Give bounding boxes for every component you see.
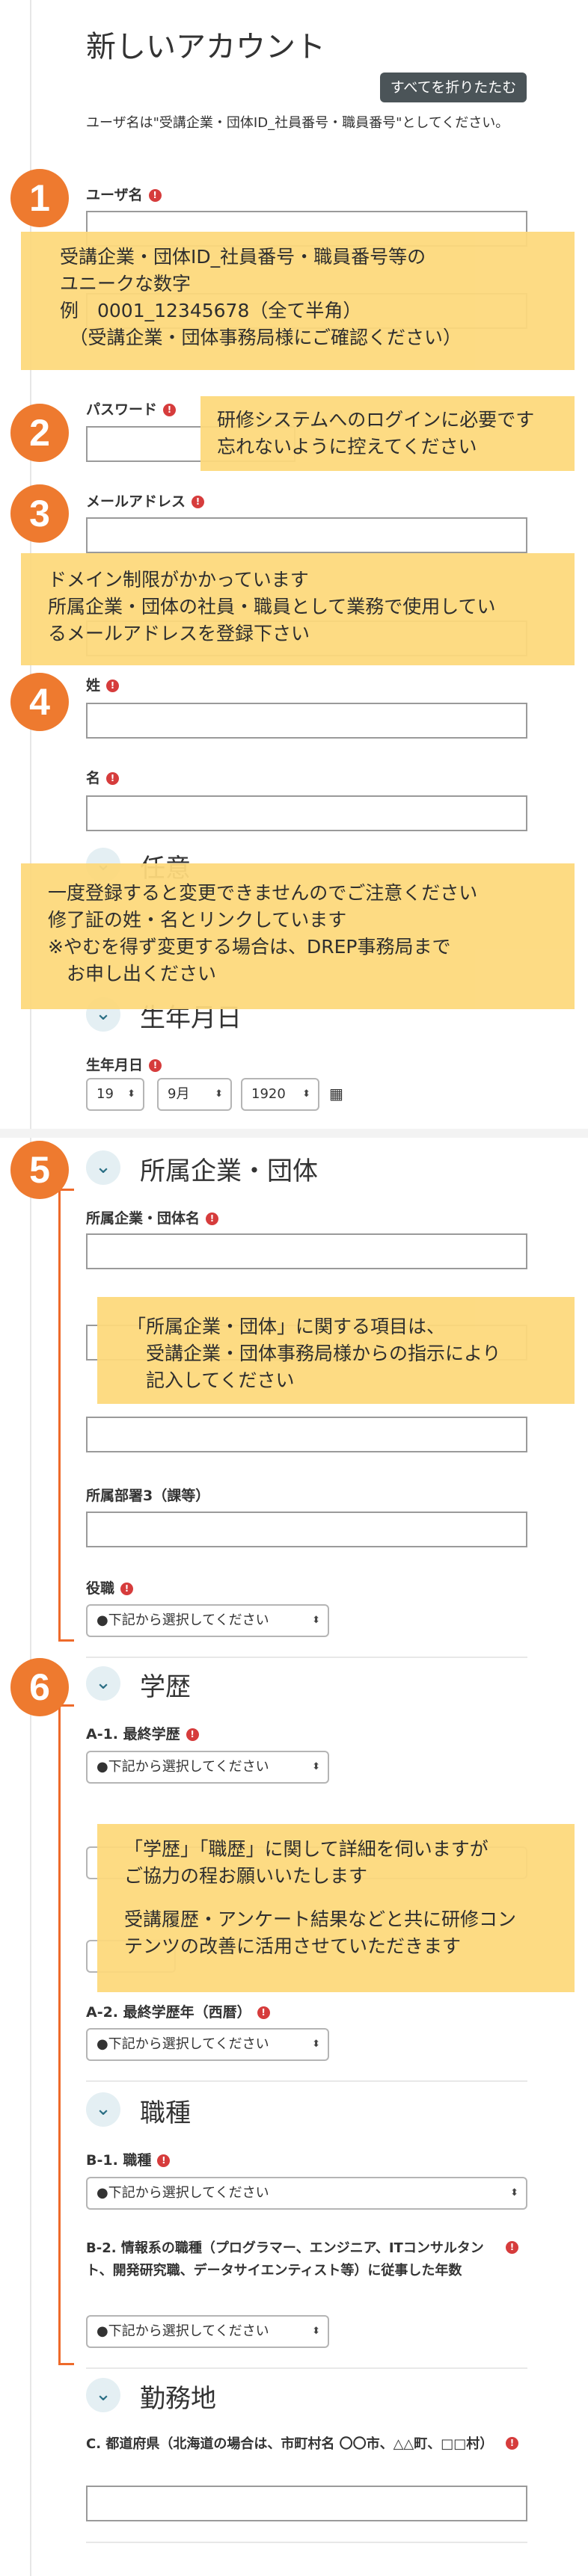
select-caret-icon: ⬍ [302,1088,310,1100]
chevron-down-icon: ⌄ [86,2378,120,2412]
email-input[interactable] [86,517,527,553]
step-badge-5: 5 [10,1141,69,1199]
birth-month-select[interactable]: 9月 ⬍ [157,1078,232,1111]
required-icon: ! [120,1583,134,1595]
divider [86,2367,527,2369]
first-name-input[interactable] [86,795,527,831]
required-icon: ! [106,680,120,692]
birth-year-select[interactable]: 1920 ⬍ [241,1078,319,1111]
birth-day-select[interactable]: 19 ⬍ [86,1078,144,1111]
step-badge-3: 3 [10,484,69,543]
required-icon: ! [186,1728,199,1741]
company-label: 所属企業・団体名! [86,1207,219,1227]
first-name-label: 名! [86,767,120,787]
callout-password: 研修システムへのログインに必要です 忘れないように控えてください [200,396,575,471]
dept3-input[interactable] [86,1512,527,1547]
select-caret-icon: ⬍ [510,2187,518,2198]
required-icon: ! [149,1059,162,1072]
position-label: 役職! [86,1577,134,1597]
edu-final-select[interactable]: ●下記から選択してください ⬍ [86,1751,329,1784]
collapse-all-button[interactable]: すべてを折りたたむ [380,73,527,102]
email-label: メールアドレス! [86,490,205,511]
position-select[interactable]: ●下記から選択してください ⬍ [86,1604,329,1637]
required-icon: ! [106,772,120,785]
password-label: パスワード! [86,398,177,419]
select-caret-icon: ⬍ [312,2326,320,2337]
section-bracket [58,1189,74,1642]
edu-final-label: A-1. 最終学歴! [86,1723,199,1743]
required-icon: ! [157,2154,171,2167]
callout-name: 一度登録すると変更できませんのでご注意ください 修了証の姓・名とリンクしています ※… [21,863,575,1009]
company-input[interactable] [86,1233,527,1269]
chevron-down-icon: ⌄ [86,2092,120,2127]
chevron-down-icon: ⌄ [86,1666,120,1701]
divider [86,2542,527,2543]
job-type-label: B-1. 職種! [86,2149,171,2169]
required-icon: ! [148,189,162,202]
last-name-input[interactable] [86,703,527,739]
calendar-icon[interactable]: ▦ [329,1085,343,1103]
callout-education: 「学歴」「職歴」に関して詳細を伺いますが ご協力の程お願いいたします 受講履歴・アン… [97,1824,575,1992]
dept2-input[interactable] [86,1417,527,1452]
divider [86,1657,527,1658]
job-type-select[interactable]: ●下記から選択してください ⬍ [86,2177,527,2210]
section-gap [0,1129,588,1138]
required-icon: ! [506,2241,518,2254]
username-label: ユーザ名! [86,184,162,204]
section-bracket [58,1704,74,2365]
select-caret-icon: ⬍ [127,1088,135,1100]
dept3-label: 所属部署3（課等） [86,1488,210,1504]
select-caret-icon: ⬍ [312,1615,320,1626]
it-years-select[interactable]: ●下記から選択してください ⬍ [86,2315,329,2348]
step-badge-1: 1 [10,169,69,227]
step-badge-4: 4 [10,673,69,731]
page-title: 新しいアカウント [86,30,325,64]
step-badge-2: 2 [10,404,69,462]
divider [86,2080,527,2082]
required-icon: ! [506,2437,518,2450]
callout-username: 受講企業・団体ID_社員番号・職員番号等の ユニークな数字例 0001_12345… [21,232,575,370]
callout-affiliation: 「所属企業・団体」に関する項目は、 受講企業・団体事務局様からの指示により 記入… [97,1297,575,1404]
required-icon: ! [163,404,177,416]
birthdate-label: 生年月日! [86,1054,162,1074]
step-badge-6: 6 [10,1658,69,1716]
edu-year-label: A-2. 最終学歴年（西暦）! [86,2001,270,2021]
left-rule-bottom [30,1136,31,2576]
required-icon: ! [192,496,205,508]
chevron-down-icon: ⌄ [86,1150,120,1185]
select-caret-icon: ⬍ [215,1088,223,1100]
username-note: ユーザ名は"受講企業・団体ID_社員番号・職員番号"としてください。 [86,115,509,131]
required-icon: ! [257,2006,270,2019]
callout-email: ドメイン制限がかかっています 所属企業・団体の社員・職員として業務で使用してい るメ… [21,553,575,665]
select-caret-icon: ⬍ [312,1761,320,1772]
required-icon: ! [206,1212,219,1225]
select-caret-icon: ⬍ [312,2039,320,2050]
it-years-label: B-2. 情報系の職種（プログラマー、エンジニア、ITコンサルタント、開発研究職… [86,2240,484,2278]
prefecture-input[interactable] [86,2486,527,2521]
prefecture-label: C. 都道府県（北海道の場合は、市町村名 〇〇市、△△町、□□村） [86,2436,494,2452]
last-name-label: 姓! [86,674,120,694]
edu-year-select[interactable]: ●下記から選択してください ⬍ [86,2028,329,2061]
